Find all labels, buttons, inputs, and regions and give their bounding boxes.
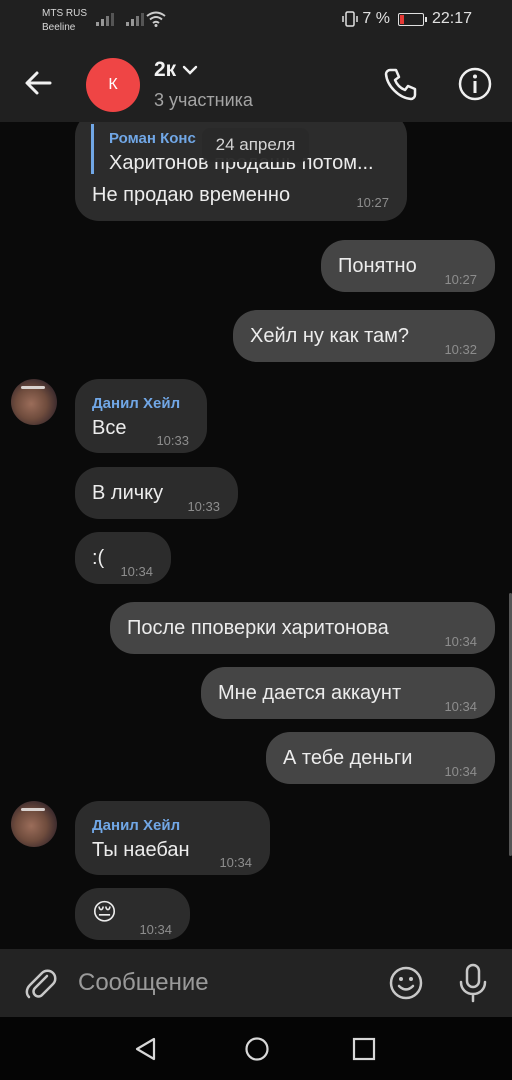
battery-percent: 7 %	[362, 10, 390, 27]
message-text: Понятно	[338, 255, 417, 277]
message-time: 10:34	[444, 764, 477, 779]
message-time: 10:33	[187, 499, 220, 514]
info-icon[interactable]	[457, 66, 493, 102]
reply-sender: Роман Конс	[109, 130, 196, 147]
participants-count: 3 участника	[154, 90, 253, 110]
avatar[interactable]	[11, 801, 57, 847]
message-time: 10:34	[444, 699, 477, 714]
signal-icon	[96, 13, 114, 26]
sender-name[interactable]: Данил Хейл	[92, 391, 180, 417]
message-text: Мне дается аккаунт	[218, 682, 402, 704]
date-separator: 24 апреля	[202, 128, 309, 162]
microphone-icon[interactable]	[455, 963, 491, 1003]
battery-icon	[397, 12, 427, 26]
message-time: 10:27	[444, 272, 477, 287]
carrier-names: MTS RUS Beeline	[42, 7, 87, 35]
wifi-icon	[146, 11, 166, 27]
avatar[interactable]	[11, 379, 57, 425]
message-bubble[interactable]: А тебе деньги 10:34	[266, 732, 495, 784]
chat-avatar[interactable]: К	[86, 58, 140, 112]
composer	[0, 949, 512, 1017]
message-time: 10:33	[156, 433, 189, 448]
message-time: 10:34	[219, 855, 252, 870]
message-bubble[interactable]: 😔 10:34	[75, 888, 190, 940]
message-time: 10:34	[444, 634, 477, 649]
back-arrow-icon[interactable]	[22, 66, 56, 100]
message-bubble[interactable]: Хейл ну как там? 10:32	[233, 310, 495, 362]
message-time: 10:32	[444, 342, 477, 357]
clock: 22:17	[431, 10, 472, 27]
message-bubble[interactable]: :( 10:34	[75, 532, 171, 584]
message-bubble[interactable]: Мне дается аккаунт 10:34	[201, 667, 495, 719]
message-bubble[interactable]: Данил Хейл Все 10:33	[75, 379, 207, 453]
signal-icon	[126, 13, 144, 26]
nav-recent-icon[interactable]	[350, 1035, 378, 1063]
message-text: После пповерки харитонова	[127, 617, 389, 639]
message-time: 10:34	[120, 564, 153, 579]
message-bubble[interactable]: Понятно 10:27	[321, 240, 495, 292]
message-text: :(	[92, 547, 105, 569]
message-text: Ты наебан	[92, 839, 190, 861]
nav-back-icon[interactable]	[132, 1035, 160, 1063]
message-bubble[interactable]: В личку 10:33	[75, 467, 238, 519]
vibrate-icon	[342, 11, 359, 27]
carrier-primary: MTS RUS	[42, 8, 87, 19]
battery-level	[399, 14, 404, 24]
emoji-icon[interactable]	[388, 965, 424, 1001]
message-text: А тебе деньги	[283, 747, 413, 769]
chat-title[interactable]: 2к	[154, 58, 198, 82]
chevron-down-icon	[183, 65, 198, 75]
nav-home-icon[interactable]	[243, 1035, 271, 1063]
system-nav-bar	[0, 1017, 512, 1080]
carrier-secondary: Beeline	[42, 22, 76, 33]
phone-icon[interactable]	[383, 66, 419, 102]
message-emoji: 😔	[92, 899, 118, 926]
status-bar: MTS RUS Beeline 7 % 22:17	[0, 0, 512, 44]
message-time: 10:27	[356, 195, 389, 210]
chat-header: К 2к 3 участника	[0, 44, 512, 122]
message-list[interactable]: Роман Конс Харитонов продашь потом... Не…	[0, 122, 512, 949]
message-text: Все	[92, 417, 127, 439]
message-input[interactable]	[78, 963, 368, 1003]
reply-bar	[91, 124, 94, 174]
message-time: 10:34	[139, 922, 172, 937]
message-bubble[interactable]: Данил Хейл Ты наебан 10:34	[75, 801, 270, 875]
sender-name[interactable]: Данил Хейл	[92, 813, 180, 839]
message-text: В личку	[92, 482, 164, 504]
message-text: Не продаю временно	[92, 184, 291, 206]
message-text: Хейл ну как там?	[250, 325, 410, 347]
message-bubble[interactable]: После пповерки харитонова 10:34	[110, 602, 495, 654]
attach-icon[interactable]	[22, 965, 58, 1001]
chat-title-text: 2к	[154, 58, 177, 81]
status-right: 7 % 22:17	[342, 10, 472, 28]
